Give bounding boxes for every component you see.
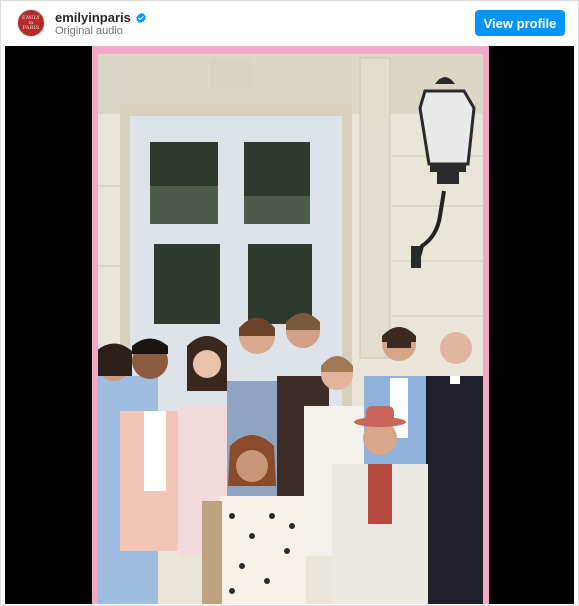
post-embed: EMILY in PARIS emilyinparis Original aud…	[0, 0, 579, 606]
username-link[interactable]: emilyinparis	[55, 10, 131, 25]
view-profile-button[interactable]: View profile	[475, 10, 565, 36]
username-row: emilyinparis	[55, 10, 147, 25]
group-photo	[92, 46, 489, 604]
post-header: EMILY in PARIS emilyinparis Original aud…	[1, 1, 578, 45]
avatar-text-3: PARIS	[22, 24, 40, 31]
video-player[interactable]	[5, 46, 574, 604]
verified-badge-icon	[136, 12, 146, 23]
avatar[interactable]: EMILY in PARIS	[17, 9, 45, 37]
audio-link[interactable]: Original audio	[55, 25, 123, 37]
group-photo-illustration	[92, 46, 489, 604]
